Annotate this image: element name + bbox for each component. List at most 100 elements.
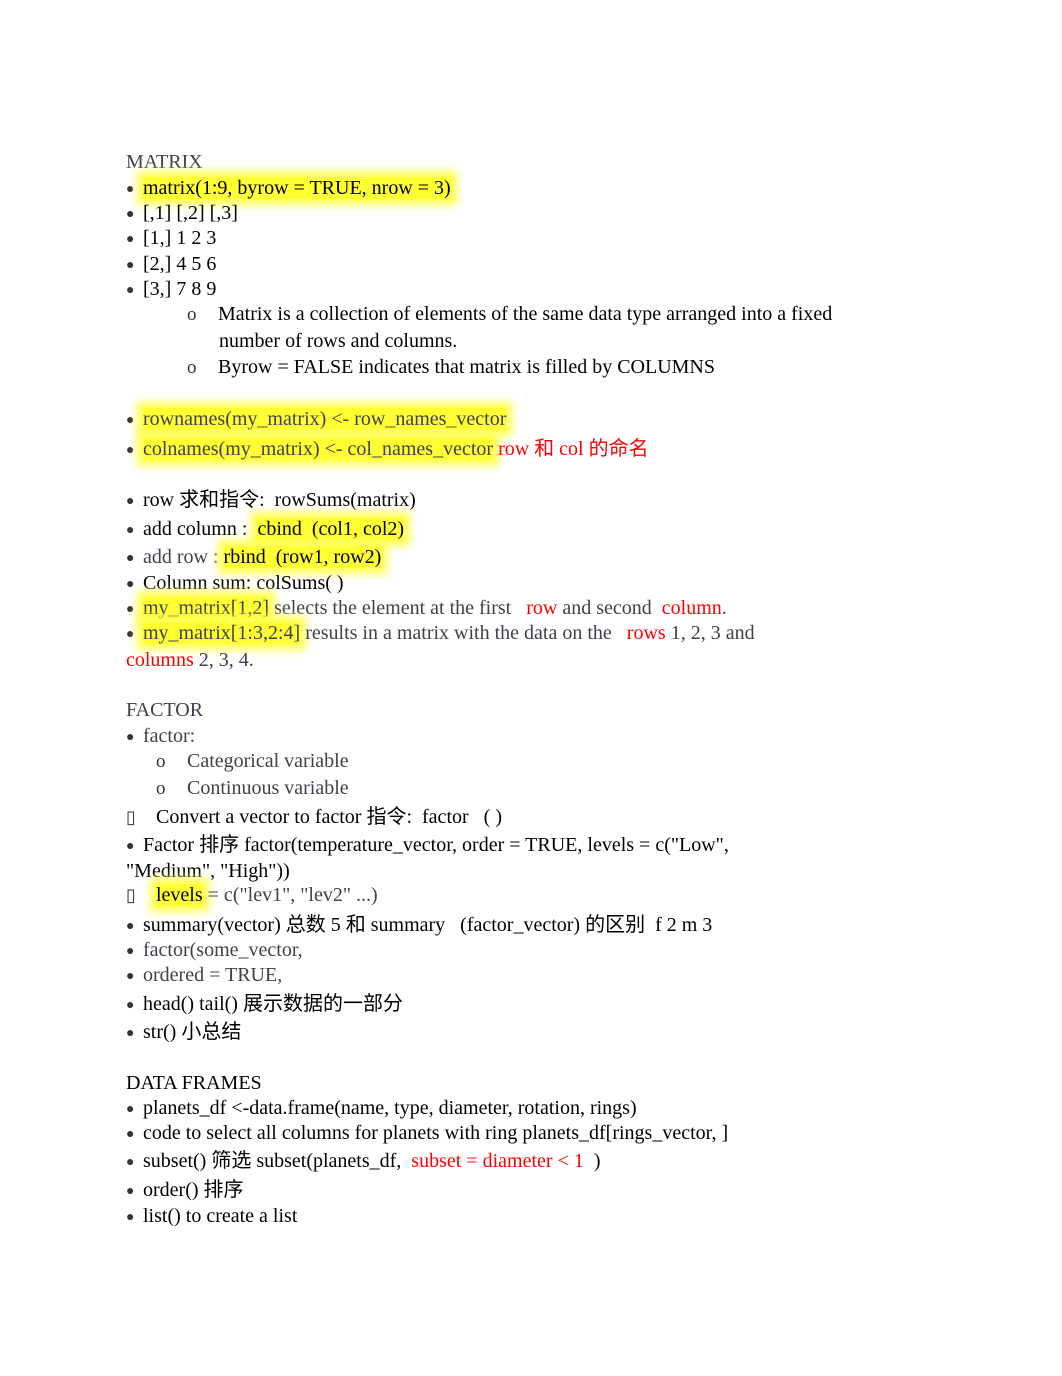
bullet-icon: ● — [126, 232, 135, 247]
bullet-icon: ● — [126, 258, 135, 273]
bullet-icon: ● — [126, 1210, 135, 1225]
text-line: DATA FRAMES — [126, 1071, 262, 1095]
bullet-icon: ● — [126, 730, 135, 745]
text-segment: selects the element at the first — [269, 597, 527, 619]
text-segment: Matrix is a collection of elements of th… — [218, 303, 833, 325]
highlighted-text: rbind (row1, row2) — [223, 546, 382, 568]
bullet-icon: ● — [126, 182, 135, 197]
highlighted-text: levels — [156, 884, 203, 906]
text-segment: FACTOR — [126, 699, 204, 721]
highlighted-text: colnames(my_matrix) <- col_names_vector — [143, 438, 494, 460]
bullet-icon: ● — [126, 944, 135, 959]
bullet-icon: ● — [126, 283, 135, 298]
text-segment: Factor 排序 factor(temperature_vector, ord… — [143, 834, 729, 856]
list-item: o Matrix is a collection of elements of t… — [187, 302, 832, 327]
text-segment: add column : — [143, 518, 258, 540]
text-segment: [,1] [,2] [,3] — [143, 202, 238, 224]
text-segment: DATA FRAMES — [126, 1072, 262, 1094]
bullet-icon: ● — [126, 577, 135, 592]
bullet-icon: ● — [126, 413, 135, 428]
list-item: ● str() 小总结 — [126, 1020, 241, 1046]
list-item: ● [,1] [,2] [,3] — [126, 201, 238, 227]
text-segment: subset() 筛选 subset(planets_df, — [143, 1150, 412, 1172]
text-segment: Continuous variable — [187, 777, 349, 799]
list-item: ● matrix(1:9, byrow = TRUE, nrow = 3) — [126, 176, 451, 202]
text-segment: row — [526, 597, 558, 619]
list-item: ● summary(vector) 总数 5 和 summary (factor_… — [126, 913, 712, 939]
text-line: columns 2, 3, 4. — [126, 648, 254, 672]
list-item: number of rows and columns. — [219, 329, 457, 353]
text-segment: MATRIX — [126, 151, 203, 173]
bullet-icon: ● — [126, 1127, 135, 1142]
text-segment: Convert a vector to factor 指令: factor ( … — [156, 806, 502, 828]
text-segment: code to select all columns for planets w… — [143, 1122, 729, 1144]
text-line: "Medium", "High")) — [126, 859, 290, 883]
text-segment: list() to create a list — [143, 1205, 298, 1227]
highlighted-text: cbind (col1, col2) — [257, 518, 405, 540]
text-segment: = c("lev1", "lev2" ...) — [202, 884, 378, 906]
text-segment: [1,] 1 2 3 — [143, 227, 217, 249]
text-segment: [2,] 4 5 6 — [143, 253, 217, 275]
text-segment: add row : — [143, 546, 224, 568]
list-item: ● head() tail() 展示数据的一部分 — [126, 992, 403, 1018]
text-segment: Column sum: colSums( ) — [143, 572, 344, 594]
list-item: ● subset() 筛选 subset(planets_df, subset =… — [126, 1149, 601, 1175]
text-segment: . — [721, 597, 727, 619]
list-item: ▯ levels = c("lev1", "lev2" ...) — [126, 883, 378, 907]
list-item: ● ordered = TRUE, — [126, 963, 282, 989]
bullet-icon: ● — [126, 1155, 135, 1170]
bullet-icon: ● — [126, 443, 135, 458]
bullet-icon: ● — [126, 602, 135, 617]
list-item: ● add row : rbind (row1, row2) — [126, 545, 382, 571]
text-segment: results in a matrix with the data on the — [300, 622, 627, 644]
list-item: o Continuous variable — [156, 776, 349, 801]
list-item: ● row 求和指令: rowSums(matrix) — [126, 488, 416, 514]
text-segment: ordered = TRUE, — [143, 964, 283, 986]
text-segment: factor(some_vector, — [143, 939, 303, 961]
text-segment: 2, 3, 4. — [193, 649, 254, 671]
text-segment: head() tail() 展示数据的一部分 — [143, 993, 403, 1015]
list-item: ● [1,] 1 2 3 — [126, 226, 216, 252]
bullet-icon: ● — [126, 839, 135, 854]
highlighted-text: matrix(1:9, byrow = TRUE, nrow = 3) — [143, 177, 451, 199]
bullet-icon: o — [187, 357, 197, 378]
highlighted-text: my_matrix[1:3,2:4] — [143, 622, 301, 644]
bullet-icon: ● — [126, 998, 135, 1013]
list-item: ● code to select all columns for planets … — [126, 1121, 728, 1147]
text-segment: subset = diameter < 1 — [411, 1150, 584, 1172]
text-segment: [3,] 7 8 9 — [143, 278, 217, 300]
text-segment: and second — [557, 597, 662, 619]
bullet-icon: ● — [126, 627, 135, 642]
text-segment: column — [661, 597, 722, 619]
bullet-icon: ● — [126, 523, 135, 538]
bullet-icon: ● — [126, 207, 135, 222]
bullet-icon: ● — [126, 969, 135, 984]
bullet-icon: o — [156, 751, 166, 772]
list-item: ● order() 排序 — [126, 1178, 244, 1204]
text-line: MATRIX — [126, 150, 203, 174]
text-line: FACTOR — [126, 698, 203, 722]
text-segment: number of rows and columns. — [219, 330, 458, 352]
list-item: ● add column : cbind (col1, col2) — [126, 517, 405, 543]
bullet-icon: ● — [126, 1026, 135, 1041]
list-item: ● colnames(my_matrix) <- col_names_vector… — [126, 437, 649, 463]
highlighted-text: rownames(my_matrix) <- row_names_vector — [143, 408, 507, 430]
text-segment: row 和 col 的命名 — [493, 438, 649, 460]
bullet-icon: ● — [126, 551, 135, 566]
bullet-icon: ▯ — [126, 885, 136, 905]
text-segment: summary(vector) 总数 5 和 summary (factor_v… — [143, 914, 713, 936]
list-item: ● Factor 排序 factor(temperature_vector, or… — [126, 833, 729, 859]
list-item: ● my_matrix[1:3,2:4] results in a matrix … — [126, 621, 755, 647]
list-item: ● [3,] 7 8 9 — [126, 277, 216, 303]
text-segment: rows — [626, 622, 666, 644]
list-item: o Categorical variable — [156, 749, 349, 774]
list-item: ● list() to create a list — [126, 1204, 297, 1230]
text-segment: planets_df <-data.frame(name, type, diam… — [143, 1097, 637, 1119]
bullet-icon: ● — [126, 494, 135, 509]
list-item: o Byrow = FALSE indicates that matrix is … — [187, 355, 715, 380]
bullet-icon: ● — [126, 1102, 135, 1117]
text-segment: row 求和指令: rowSums(matrix) — [143, 489, 416, 511]
list-item: ● factor(some_vector, — [126, 938, 303, 964]
highlighted-text: my_matrix[1,2] — [143, 597, 270, 619]
list-item: ● my_matrix[1,2] selects the element at t… — [126, 596, 727, 622]
